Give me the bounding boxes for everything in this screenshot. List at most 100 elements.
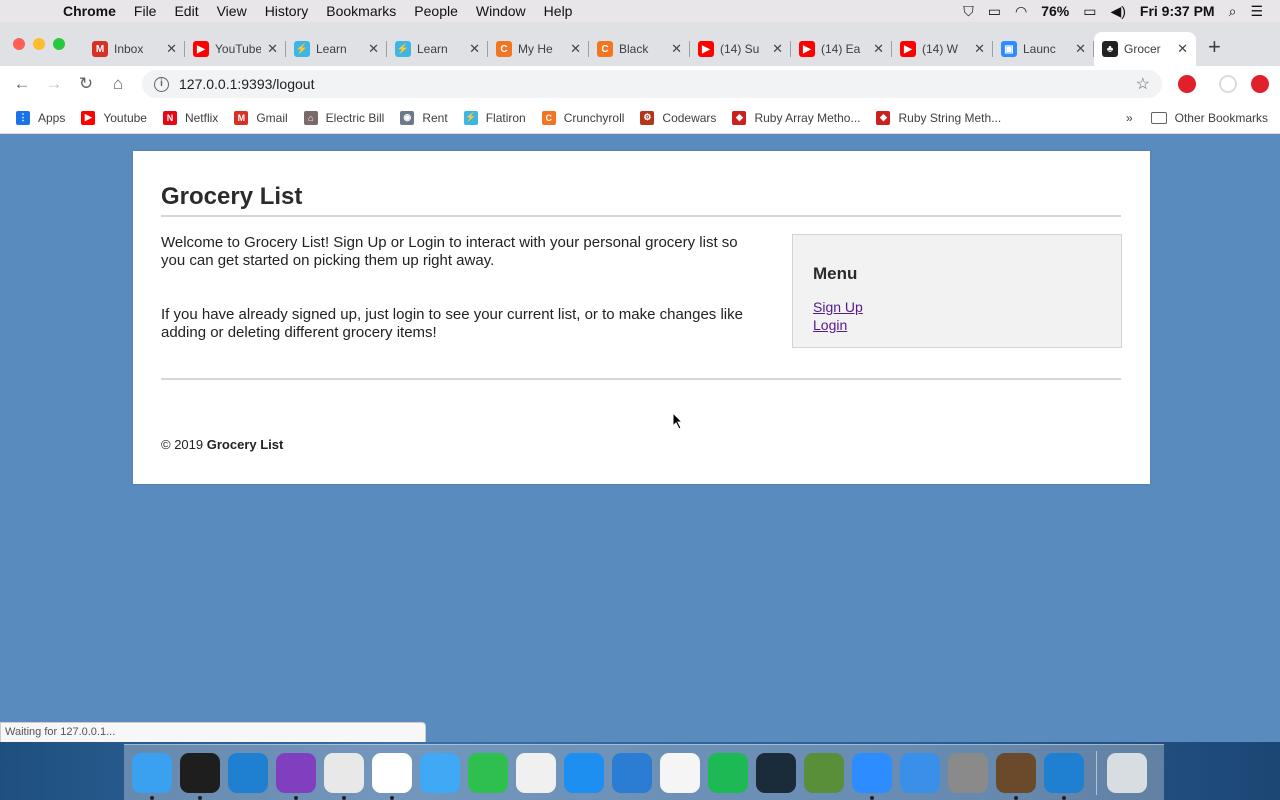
- dock-safari-icon[interactable]: [900, 752, 940, 793]
- browser-tab[interactable]: C Black ✕: [589, 32, 690, 66]
- dock-trash-icon[interactable]: [1107, 752, 1147, 793]
- close-tab-icon[interactable]: ✕: [873, 41, 884, 57]
- close-window-button[interactable]: [13, 38, 25, 50]
- menu-window[interactable]: Window: [467, 3, 535, 19]
- dock-chrome-icon[interactable]: [324, 752, 364, 800]
- close-tab-icon[interactable]: ✕: [974, 41, 985, 57]
- close-tab-icon[interactable]: ✕: [166, 41, 177, 57]
- dock-zoom-icon[interactable]: [852, 752, 892, 800]
- macos-menu-bar: Chrome File Edit View History Bookmarks …: [0, 0, 1280, 22]
- bookmark-item[interactable]: ⌂ Electric Bill: [303, 110, 384, 125]
- menu-view[interactable]: View: [208, 3, 256, 19]
- dock-minecraft-icon[interactable]: [804, 752, 844, 793]
- volume-icon[interactable]: ◀): [1103, 3, 1132, 20]
- reload-icon[interactable]: ↻: [70, 74, 102, 94]
- dock-finder-icon[interactable]: [132, 752, 172, 800]
- bookmark-item[interactable]: ⚡ Flatiron: [463, 110, 526, 125]
- sidebar-menu: Menu Sign Up Login: [792, 234, 1122, 348]
- menu-bookmarks[interactable]: Bookmarks: [317, 3, 405, 19]
- close-tab-icon[interactable]: ✕: [1177, 41, 1188, 57]
- spotlight-search-icon[interactable]: ⌕: [1222, 3, 1244, 20]
- zoom-window-button[interactable]: [53, 38, 65, 50]
- profile-avatar-icon[interactable]: [1219, 75, 1237, 93]
- bookmark-label: Flatiron: [485, 110, 526, 125]
- dock-terminal-icon[interactable]: [180, 752, 220, 800]
- browser-tab[interactable]: ▶ YouTube ✕: [185, 32, 286, 66]
- close-tab-icon[interactable]: ✕: [1075, 41, 1086, 57]
- new-tab-button[interactable]: +: [1196, 34, 1221, 66]
- back-arrow-icon[interactable]: ←: [6, 74, 38, 94]
- dock-word-icon[interactable]: [612, 752, 652, 793]
- bookmark-item[interactable]: C Crunchyroll: [541, 110, 624, 125]
- forward-arrow-icon[interactable]: →: [38, 74, 70, 94]
- home-icon[interactable]: ⌂: [102, 74, 134, 94]
- dock-slack-icon[interactable]: [372, 752, 412, 800]
- menu-people[interactable]: People: [405, 3, 467, 19]
- browser-tab[interactable]: C My He ✕: [488, 32, 589, 66]
- dock-spotify-icon[interactable]: [708, 752, 748, 793]
- dock-app-store-icon[interactable]: [564, 752, 604, 793]
- dock-coffee-app-icon[interactable]: [996, 752, 1036, 800]
- tab-strip: M Inbox ✕ ▶ YouTube ✕ ⚡ Learn ✕ ⚡ Learn ✕ C My He ✕ C Bl…: [0, 22, 1280, 66]
- tab-favicon-icon: ⚡: [395, 41, 411, 57]
- bookmark-item[interactable]: M Gmail: [234, 110, 288, 125]
- dock-itunes-icon[interactable]: [516, 752, 556, 793]
- dock-photos-icon[interactable]: [660, 752, 700, 793]
- close-tab-icon[interactable]: ✕: [671, 41, 682, 57]
- browser-tab[interactable]: ▶ (14) Ea ✕: [791, 32, 892, 66]
- address-bar[interactable]: i 127.0.0.1:9393/logout ☆: [142, 70, 1162, 98]
- signup-link[interactable]: Sign Up: [813, 299, 863, 315]
- close-tab-icon[interactable]: ✕: [368, 41, 379, 57]
- menu-file[interactable]: File: [125, 3, 166, 19]
- bookmark-item[interactable]: ▶ Youtube: [81, 110, 147, 125]
- opera-extension-icon[interactable]: [1178, 75, 1196, 93]
- browser-tab[interactable]: ▶ (14) Su ✕: [690, 32, 791, 66]
- close-tab-icon[interactable]: ✕: [570, 41, 581, 57]
- bookmark-item[interactable]: ◆ Ruby String Meth...: [876, 110, 1001, 125]
- browser-window: M Inbox ✕ ▶ YouTube ✕ ⚡ Learn ✕ ⚡ Learn ✕ C My He ✕ C Bl…: [0, 22, 1280, 134]
- close-tab-icon[interactable]: ✕: [267, 41, 278, 57]
- address-bar-url[interactable]: 127.0.0.1:9393/logout: [179, 76, 1136, 92]
- close-tab-icon[interactable]: ✕: [772, 41, 783, 57]
- bookmark-item[interactable]: ⚙ Codewars: [640, 110, 716, 125]
- menu-history[interactable]: History: [256, 3, 318, 19]
- browser-tab[interactable]: ⚡ Learn ✕: [387, 32, 488, 66]
- adblock-extension-icon[interactable]: [1251, 75, 1269, 93]
- browser-tab[interactable]: ⚡ Learn ✕: [286, 32, 387, 66]
- browser-tab-active[interactable]: ♣ Grocer ✕: [1094, 32, 1196, 66]
- bookmark-star-icon[interactable]: ☆: [1136, 74, 1150, 94]
- login-link[interactable]: Login: [813, 317, 847, 333]
- browser-tab[interactable]: M Inbox ✕: [84, 32, 185, 66]
- site-info-icon[interactable]: i: [154, 76, 169, 92]
- wifi-icon[interactable]: ◠: [1008, 3, 1034, 20]
- dock-vscode-alt-icon[interactable]: [1044, 752, 1084, 800]
- tab-title: Learn: [316, 42, 347, 56]
- menu-app-chrome[interactable]: Chrome: [54, 3, 125, 19]
- bookmark-item[interactable]: ◉ Rent: [400, 110, 448, 125]
- close-tab-icon[interactable]: ✕: [469, 41, 480, 57]
- dock-system-preferences-icon[interactable]: [948, 752, 988, 793]
- dock-github-desktop-icon[interactable]: [276, 752, 316, 800]
- bookmarks-overflow-button[interactable]: »: [1126, 111, 1133, 125]
- dock-vscode-icon[interactable]: [228, 752, 268, 793]
- bookmark-favicon-icon: ◆: [876, 110, 891, 125]
- bookmark-item[interactable]: ◆ Ruby Array Metho...: [732, 110, 860, 125]
- clock[interactable]: Fri 9:37 PM: [1133, 3, 1222, 19]
- dock-messages-icon[interactable]: [420, 752, 460, 793]
- dock-facetime-icon[interactable]: [468, 752, 508, 793]
- menu-help[interactable]: Help: [535, 3, 582, 19]
- bookmark-item[interactable]: N Netflix: [162, 110, 218, 125]
- bookmark-item[interactable]: ⋮ Apps: [16, 110, 65, 125]
- browser-tab[interactable]: ▣ Launc ✕: [993, 32, 1094, 66]
- other-bookmarks[interactable]: Other Bookmarks: [1175, 111, 1268, 125]
- notification-center-icon[interactable]: ☰: [1243, 3, 1270, 20]
- browser-tab[interactable]: ▶ (14) W ✕: [892, 32, 993, 66]
- minimize-window-button[interactable]: [33, 38, 45, 50]
- shield-icon[interactable]: ⛉: [956, 3, 981, 20]
- menu-edit[interactable]: Edit: [165, 3, 207, 19]
- bookmark-label: Rent: [422, 110, 448, 125]
- battery-icon[interactable]: ▭: [1076, 3, 1103, 20]
- airplay-icon[interactable]: ▭: [981, 3, 1008, 20]
- dock-league-of-legends-icon[interactable]: [756, 752, 796, 793]
- battery-percent[interactable]: 76%: [1034, 3, 1076, 19]
